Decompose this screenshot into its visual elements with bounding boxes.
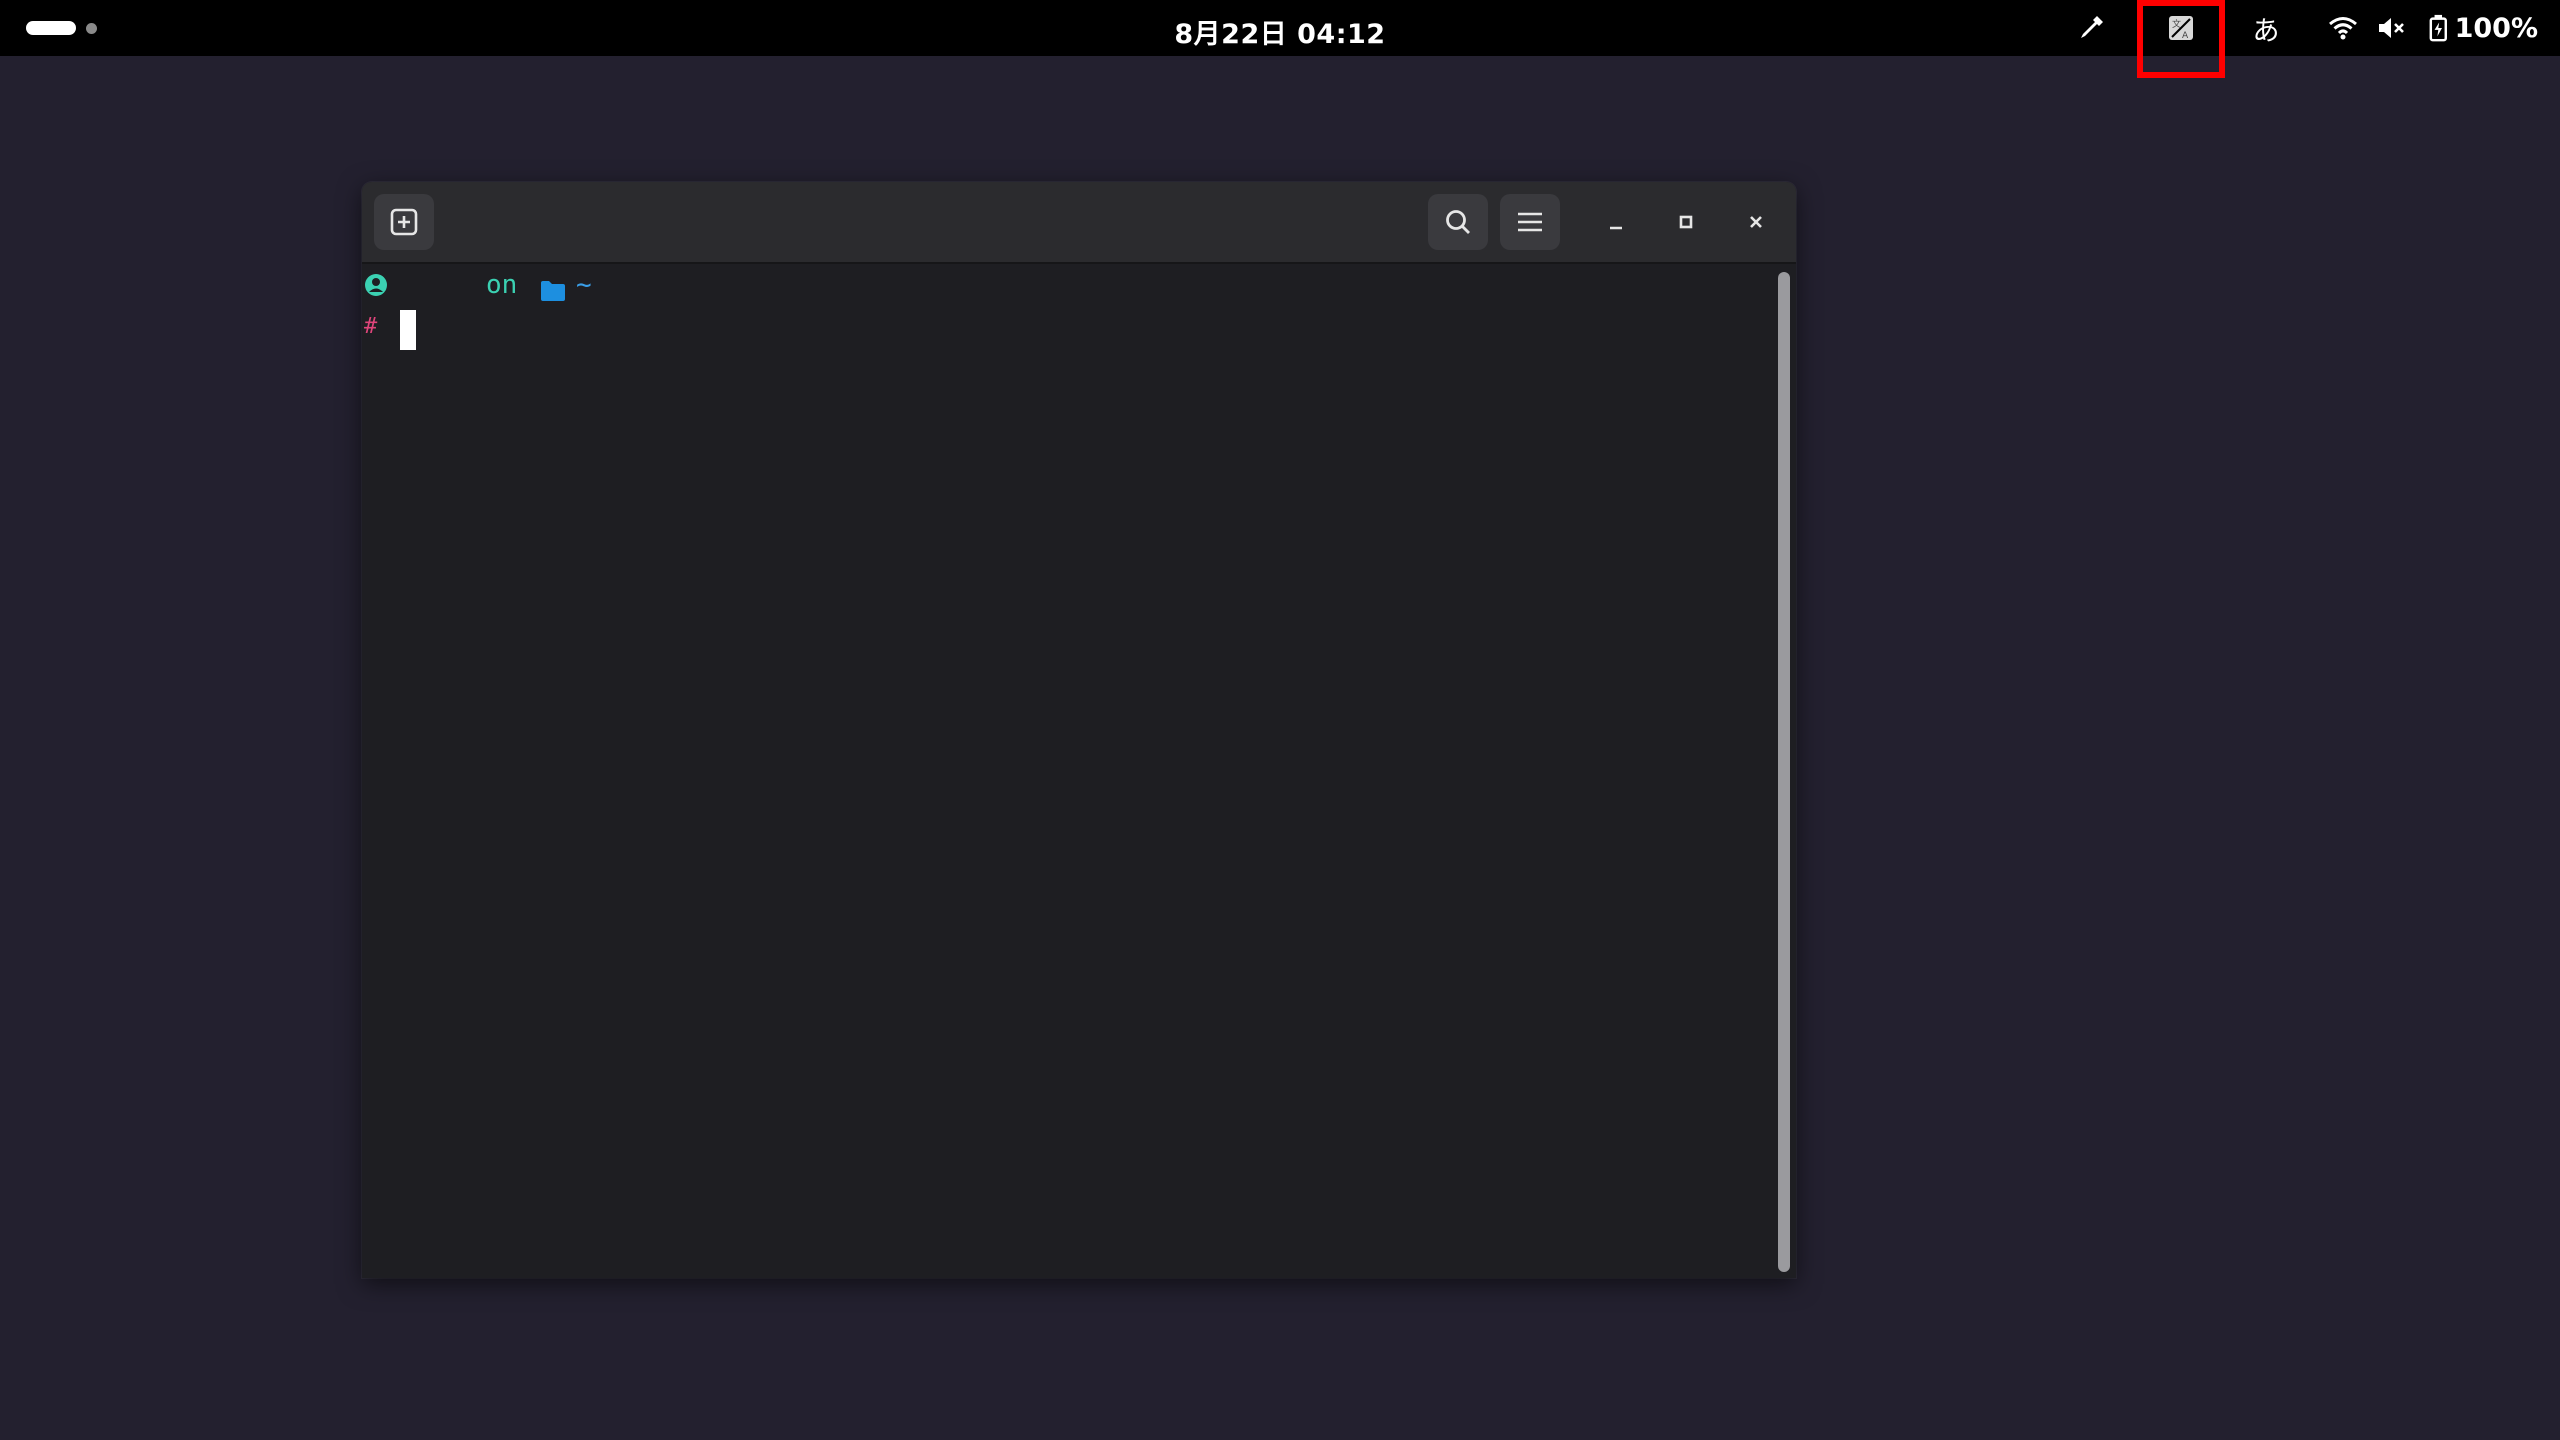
input-method-label: あ — [2252, 15, 2280, 47]
date-time-label[interactable]: 8月22日 04:12 — [1174, 12, 1385, 51]
folder-icon — [540, 273, 566, 315]
terminal-window[interactable]: on ~ # — [362, 182, 1796, 1278]
input-method-button[interactable]: あ — [2248, 0, 2284, 56]
scrollbar-thumb[interactable] — [1778, 272, 1790, 1272]
wifi-status[interactable] — [2324, 0, 2362, 56]
text-cursor — [400, 310, 416, 350]
volume-muted-icon — [2379, 18, 2404, 38]
prompt-line — [364, 264, 388, 306]
minimize-button[interactable] — [1596, 202, 1636, 242]
maximize-icon — [1679, 215, 1693, 229]
user-icon — [365, 274, 387, 296]
battery-charging-icon — [2429, 14, 2447, 42]
prompt-path: ~ — [576, 270, 592, 300]
main-menu-button[interactable] — [1500, 194, 1560, 250]
eyedropper-icon — [2081, 16, 2103, 38]
minimize-icon — [1610, 226, 1622, 230]
terminal-headerbar[interactable] — [362, 182, 1796, 264]
highlight-annotation-box — [2137, 0, 2225, 78]
close-icon — [1750, 216, 1762, 228]
terminal-output-area[interactable]: on ~ # — [362, 264, 1772, 1278]
close-button[interactable] — [1736, 202, 1776, 242]
volume-status[interactable] — [2374, 0, 2410, 56]
wifi-icon — [2329, 17, 2357, 40]
top-bar: 8月22日 04:12 文 A あ 100% — [0, 0, 2560, 78]
color-picker-button[interactable] — [2066, 0, 2116, 56]
battery-percentage: 100% — [2454, 12, 2538, 44]
prompt-symbol: # — [364, 314, 378, 339]
hamburger-menu-icon — [1518, 212, 1542, 232]
new-tab-button[interactable] — [374, 194, 434, 250]
prompt-on-text: on — [486, 270, 518, 300]
search-button[interactable] — [1428, 194, 1488, 250]
search-icon — [1446, 210, 1470, 234]
battery-status[interactable]: 100% — [2428, 0, 2538, 56]
maximize-button[interactable] — [1666, 202, 1706, 242]
new-tab-icon — [390, 208, 418, 236]
